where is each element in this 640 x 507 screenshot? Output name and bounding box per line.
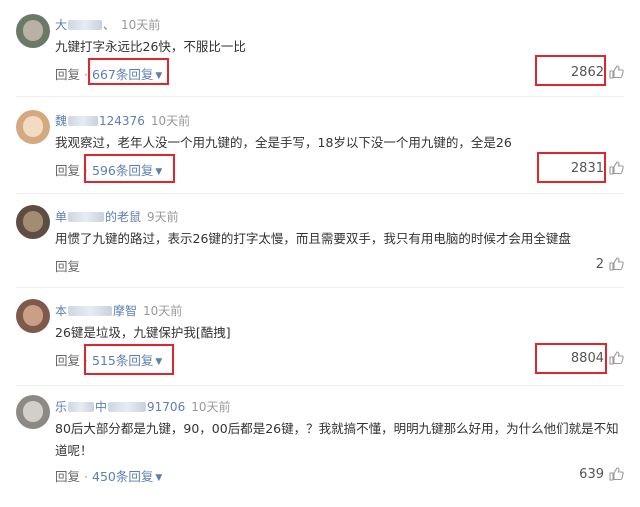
redaction-blur bbox=[68, 116, 99, 126]
replies-count: 450条回复 bbox=[92, 469, 154, 484]
reply-button[interactable]: 回复 bbox=[55, 469, 80, 484]
author-name-suffix: 124376 bbox=[99, 114, 145, 128]
highlight-box bbox=[537, 152, 606, 183]
divider bbox=[16, 193, 624, 194]
author-name-suffix: 91706 bbox=[147, 400, 186, 414]
author-name-suffix: 的老鼠 bbox=[105, 210, 142, 224]
reply-button[interactable]: 回复 bbox=[55, 353, 80, 368]
avatar[interactable] bbox=[16, 110, 50, 144]
avatar[interactable] bbox=[16, 395, 50, 429]
like-button[interactable]: 639 bbox=[579, 466, 624, 482]
comment-author[interactable]: 本 摩智 10天前 bbox=[55, 302, 182, 319]
reply-button[interactable]: 回复 bbox=[55, 259, 80, 274]
highlight-box bbox=[88, 58, 169, 85]
like-count: 2 bbox=[595, 256, 604, 272]
reply-button[interactable]: 回复 bbox=[55, 67, 80, 82]
highlight-box bbox=[84, 344, 174, 375]
thumbs-up-icon bbox=[609, 351, 624, 365]
separator-dot: · bbox=[84, 469, 88, 484]
redaction-blur bbox=[68, 212, 105, 222]
comment-actions: 回复 bbox=[55, 256, 80, 275]
divider bbox=[16, 385, 624, 386]
highlight-box bbox=[535, 55, 606, 86]
redaction-blur bbox=[108, 402, 147, 412]
thumbs-up-icon bbox=[609, 65, 624, 79]
comment-actions: 回复 · 450条回复 ▼ bbox=[55, 466, 162, 485]
divider bbox=[16, 287, 624, 288]
thumbs-up-icon bbox=[609, 467, 624, 481]
avatar[interactable] bbox=[16, 299, 50, 333]
author-name-middle: 中 bbox=[95, 400, 108, 414]
comment-timestamp: 10天前 bbox=[191, 400, 231, 414]
highlight-box bbox=[535, 343, 607, 374]
thumbs-up-icon bbox=[609, 257, 624, 271]
comment-timestamp: 10天前 bbox=[121, 18, 161, 32]
like-button[interactable]: 2 bbox=[596, 256, 624, 272]
divider bbox=[16, 96, 624, 97]
highlight-box bbox=[84, 154, 175, 183]
comment-author[interactable]: 乐 中 91706 10天前 bbox=[55, 398, 231, 415]
author-name-prefix: 本 bbox=[55, 304, 68, 318]
reply-button[interactable]: 回复 bbox=[55, 163, 80, 178]
author-name-prefix: 乐 bbox=[55, 400, 68, 414]
redaction-blur bbox=[68, 402, 95, 412]
comment-text: 我观察过，老年人没一个用九键的，全是手写，18岁以下没一个用九键的，全是26 bbox=[55, 135, 512, 150]
avatar[interactable] bbox=[16, 14, 50, 48]
author-name-prefix: 单 bbox=[55, 210, 68, 224]
redaction-blur bbox=[68, 20, 103, 30]
like-count: 639 bbox=[579, 466, 604, 482]
comment-timestamp: 9天前 bbox=[147, 210, 179, 224]
comment-timestamp: 10天前 bbox=[143, 304, 183, 318]
comment-text: 80后大部分都是九键，90，00后都是26键，？我就搞不懂，明明九键那么好用，为… bbox=[55, 421, 619, 458]
author-name-prefix: 魏 bbox=[55, 114, 68, 128]
comment-timestamp: 10天前 bbox=[150, 114, 191, 128]
avatar[interactable] bbox=[16, 205, 50, 239]
comment-author[interactable]: 大 、 10天前 bbox=[55, 16, 160, 33]
thumbs-up-icon bbox=[609, 161, 624, 175]
redaction-blur bbox=[68, 306, 113, 316]
author-name-prefix: 大 bbox=[55, 18, 68, 32]
author-name-suffix: 摩智 bbox=[113, 304, 138, 318]
comment-text: 用惯了九键的路过，表示26键的打字太慢，而且需要双手，我只有用电脑的时候才会用全… bbox=[55, 231, 571, 246]
comment-author[interactable]: 单 的老鼠 9天前 bbox=[55, 208, 179, 225]
comment-author[interactable]: 魏 124376 10天前 bbox=[55, 112, 190, 129]
comment-text: 26键是垃圾，九键保护我[酷拽] bbox=[55, 325, 231, 340]
chevron-down-icon: ▼ bbox=[155, 473, 163, 483]
author-name-suffix: 、 bbox=[103, 18, 116, 32]
view-replies-button[interactable]: 450条回复 ▼ bbox=[92, 469, 162, 484]
